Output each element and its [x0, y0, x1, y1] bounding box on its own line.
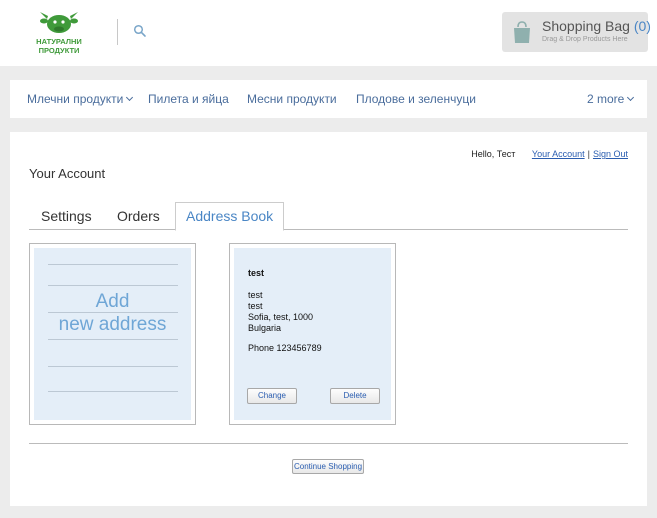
address-card: test test test Sofia, test, 1000 Bulgari… [229, 243, 396, 425]
address-lines: test test Sofia, test, 1000 Bulgaria [248, 290, 313, 334]
address-phone: Phone 123456789 [248, 343, 322, 353]
tab-address-book[interactable]: Address Book [175, 202, 285, 231]
nav-more-label: 2 more [587, 92, 625, 106]
cow-logo-icon: НАТУРАЛНИ ПРОДУКТИ [36, 12, 82, 55]
nav-item-fruits-vegetables[interactable]: Плодове и зеленчуци [356, 92, 476, 106]
address-line: Bulgaria [248, 323, 282, 333]
nav-item-label: Плодове и зеленчуци [356, 92, 476, 106]
tab-settings[interactable]: Settings [41, 202, 92, 230]
shopping-bag-label: Shopping Bag [542, 18, 630, 34]
address-line: Sofia, test, 1000 [248, 312, 314, 322]
site-header: НАТУРАЛНИ ПРОДУКТИ Shopping Bag (0) Drag… [0, 0, 657, 66]
category-nav: Млечни продукти Пилета и яйца Месни прод… [10, 80, 647, 118]
greeting-text: Hello, Тест [471, 149, 516, 159]
divider [48, 366, 178, 367]
shopping-bag-count: (0) [633, 18, 651, 34]
divider [48, 264, 178, 265]
header-divider [117, 19, 118, 45]
address-name: test [248, 268, 265, 278]
chevron-down-icon [627, 93, 635, 102]
tab-orders[interactable]: Orders [117, 202, 160, 230]
shopping-bag-button[interactable]: Shopping Bag (0) Drag & Drop Products He… [502, 12, 651, 52]
search-icon [133, 24, 146, 37]
divider [48, 339, 178, 340]
change-address-button[interactable]: Change [247, 388, 297, 404]
add-address-sublabel: new address [58, 314, 167, 335]
page-title: Your Account [29, 166, 106, 181]
logo-text-line2: ПРОДУКТИ [39, 46, 80, 55]
sign-out-link[interactable]: Sign Out [593, 149, 628, 159]
address-line: test [248, 290, 263, 300]
address-line: test [248, 301, 263, 311]
shopping-bag-title: Shopping Bag (0) [542, 18, 651, 34]
nav-item-label: Пилета и яйца [148, 92, 229, 106]
shopping-bag-subtitle: Drag & Drop Products Here [542, 36, 628, 43]
account-tabs: Settings Orders Address Book [29, 202, 628, 231]
nav-item-dairy[interactable]: Млечни продукти [27, 92, 134, 106]
address-card-body: test test test Sofia, test, 1000 Bulgari… [234, 248, 391, 420]
chevron-down-icon [126, 93, 134, 102]
divider [48, 285, 178, 286]
divider [48, 391, 178, 392]
user-greeting-bar: Hello, Тест Your Account | Sign Out [471, 149, 628, 159]
nav-item-label: Месни продукти [247, 92, 337, 106]
search-button[interactable] [133, 24, 149, 40]
nav-more-button[interactable]: 2 more [587, 92, 635, 106]
add-address-card[interactable]: Add new address [29, 243, 196, 425]
shopping-bag-icon [512, 20, 532, 44]
logo-text-line1: НАТУРАЛНИ [36, 37, 82, 46]
add-address-card-body: Add new address [34, 248, 191, 420]
nav-item-label: Млечни продукти [27, 92, 124, 106]
divider [29, 443, 628, 444]
nav-item-meat[interactable]: Месни продукти [247, 92, 337, 106]
nav-item-chicken-eggs[interactable]: Пилета и яйца [148, 92, 229, 106]
account-panel: Hello, Тест Your Account | Sign Out Your A… [10, 132, 647, 506]
link-separator: | [587, 149, 590, 159]
delete-address-button[interactable]: Delete [330, 388, 380, 404]
add-address-label: Add [95, 291, 130, 312]
site-logo[interactable]: НАТУРАЛНИ ПРОДУКТИ [28, 8, 90, 56]
your-account-link[interactable]: Your Account [532, 149, 585, 159]
continue-shopping-button[interactable]: Continue Shopping [292, 459, 364, 474]
